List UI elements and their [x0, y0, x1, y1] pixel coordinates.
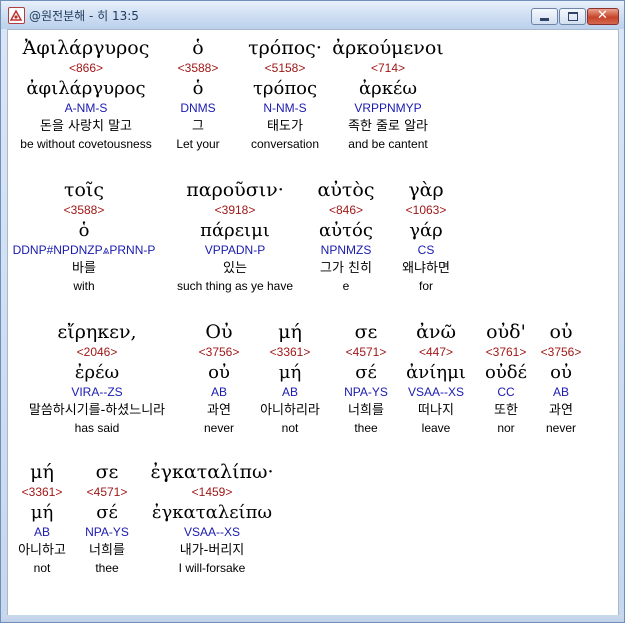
word-lemma: ἐγκαταλείπω [151, 502, 273, 523]
maximize-button[interactable] [559, 8, 586, 25]
close-icon: ✕ [597, 8, 608, 23]
status-bar [1, 615, 624, 622]
word-strong[interactable]: <1459> [122, 484, 302, 501]
word-strong[interactable]: <714> [298, 60, 478, 77]
word-surface: ἀρκούμενοι [332, 37, 444, 59]
word-parse: AB [552, 385, 569, 399]
word-english: and be cantent [348, 137, 428, 151]
minimize-button[interactable] [531, 8, 558, 25]
word-korean: 족한 줄로 알라 [347, 119, 429, 134]
word-block[interactable]: οὐ <3756> οὐ AB 과연 never [471, 320, 618, 437]
word-korean: 내가-버리지 [179, 543, 245, 558]
word-english: for [418, 279, 433, 293]
word-parse: VSAA--XS [183, 525, 240, 539]
word-parse: CS [417, 243, 435, 257]
word-strong[interactable]: <3756> [471, 344, 618, 361]
word-parse: VRPPNMYP [354, 101, 422, 115]
word-block[interactable]: ἀρκούμενοι <714> ἀρκέω VRPPNMYP 족한 줄로 알라 and … [298, 36, 478, 153]
title-bar[interactable]: @원전분해 - 히 13:5 ✕ [1, 1, 624, 29]
interlinear-panel[interactable]: Ἀφιλάργυρος <866> ἀφιλάργυρος A-NM-S 돈을 사랑치 … [7, 29, 619, 616]
word-block[interactable]: ἐγκαταλίπω· <1459> ἐγκαταλείπω VSAA--XS 내가-버… [122, 460, 302, 577]
word-english: I will-forsake [178, 561, 246, 575]
app-icon [8, 7, 25, 24]
app-window: @원전분해 - 히 13:5 ✕ Ἀφιλάργυρος <866> ἀφιλάργ… [0, 0, 625, 623]
close-button[interactable]: ✕ [587, 8, 619, 25]
word-surface: γὰρ [408, 179, 444, 201]
word-english: never [545, 421, 577, 435]
word-korean: 과연 [549, 403, 573, 418]
word-block[interactable]: γὰρ <1063> γάρ CS 왜냐하면 for [336, 178, 516, 295]
word-lemma: οὐ [550, 362, 572, 383]
window-title: @원전분해 - 히 13:5 [29, 9, 139, 23]
word-surface: ἐγκαταλίπω· [150, 461, 274, 483]
word-surface: οὐ [549, 321, 573, 343]
word-lemma: γάρ [409, 220, 443, 241]
minimize-icon [540, 18, 549, 21]
word-strong[interactable]: <1063> [336, 202, 516, 219]
word-lemma: ἀρκέω [359, 78, 417, 99]
word-korean: 왜냐하면 [402, 261, 450, 276]
maximize-icon [568, 12, 578, 21]
